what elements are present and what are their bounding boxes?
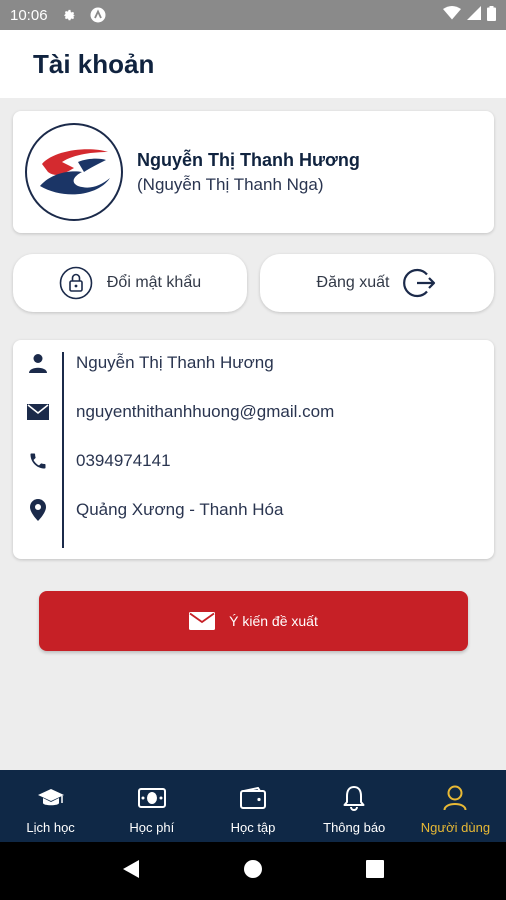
- nav-item-schedule[interactable]: Lịch học: [0, 770, 101, 842]
- wallet-icon: [240, 784, 266, 812]
- info-full-name: Nguyễn Thị Thanh Hương: [76, 353, 274, 372]
- app-header: Tài khoản: [0, 30, 506, 98]
- lock-icon: [59, 266, 93, 300]
- bottom-navigation: Lịch học Học phí Học tập Thông báo Người…: [0, 770, 506, 842]
- status-time: 10:06: [10, 6, 48, 24]
- info-email: nguyenthithanhhuong@gmail.com: [76, 402, 335, 421]
- nav-item-tuition[interactable]: Học phí: [101, 770, 202, 842]
- info-row-email: nguyenthithanhhuong@gmail.com: [13, 392, 494, 432]
- info-phone: 0394974141: [76, 451, 171, 470]
- info-address: Quảng Xương - Thanh Hóa: [76, 500, 284, 519]
- nav-label-schedule: Lịch học: [26, 820, 75, 835]
- status-right: [443, 5, 496, 25]
- nav-label-study: Học tập: [230, 820, 276, 835]
- profile-text: Nguyễn Thị Thanh Hương (Nguyễn Thị Thanh…: [137, 150, 360, 195]
- user-icon: [443, 784, 467, 812]
- logout-button[interactable]: Đăng xuất: [260, 254, 494, 312]
- suggestion-label: Ý kiến đề xuất: [229, 613, 318, 629]
- wifi-icon: [443, 6, 461, 24]
- nav-item-notifications[interactable]: Thông báo: [304, 770, 405, 842]
- envelope-icon: [189, 612, 216, 630]
- status-bar: 10:06: [0, 0, 506, 30]
- settings-gear-icon: [62, 7, 78, 23]
- logout-icon: [403, 266, 437, 300]
- brand-logo-icon: [40, 149, 110, 195]
- profile-card: Nguyễn Thị Thanh Hương (Nguyễn Thị Thanh…: [13, 111, 494, 233]
- person-icon: [13, 353, 62, 373]
- suggestion-button[interactable]: Ý kiến đề xuất: [39, 591, 468, 651]
- money-icon: [137, 784, 166, 812]
- nav-label-notifications: Thông báo: [323, 820, 386, 835]
- info-row-address: Quảng Xương - Thanh Hóa: [13, 490, 494, 530]
- profile-name: Nguyễn Thị Thanh Hương: [137, 149, 360, 170]
- app-notification-icon: [90, 7, 106, 23]
- back-icon[interactable]: [122, 859, 140, 884]
- graduation-cap-icon: [37, 784, 64, 812]
- phone-icon: [13, 451, 62, 471]
- nav-label-user: Người dùng: [420, 820, 491, 835]
- home-icon[interactable]: [243, 859, 263, 884]
- logout-label: Đăng xuất: [316, 274, 390, 291]
- user-info-card: Nguyễn Thị Thanh Hương nguyenthithanhhuo…: [13, 340, 494, 559]
- avatar: [25, 123, 123, 221]
- bell-icon: [343, 784, 365, 812]
- location-pin-icon: [13, 499, 62, 521]
- change-password-button[interactable]: Đổi mật khẩu: [13, 254, 247, 312]
- cellular-signal-icon: [467, 6, 481, 24]
- nav-label-tuition: Học phí: [129, 820, 175, 835]
- email-icon: [13, 404, 62, 420]
- profile-alias: (Nguyễn Thị Thanh Nga): [137, 174, 324, 194]
- info-row-name: Nguyễn Thị Thanh Hương: [13, 343, 494, 383]
- change-password-label: Đổi mật khẩu: [106, 274, 202, 291]
- recents-icon[interactable]: [366, 859, 385, 883]
- nav-item-user[interactable]: Người dùng: [405, 770, 506, 842]
- page-title: Tài khoản: [33, 48, 155, 79]
- info-row-phone: 0394974141: [13, 441, 494, 481]
- system-navigation-bar: [0, 842, 506, 900]
- nav-item-study[interactable]: Học tập: [202, 770, 303, 842]
- battery-icon: [487, 5, 496, 25]
